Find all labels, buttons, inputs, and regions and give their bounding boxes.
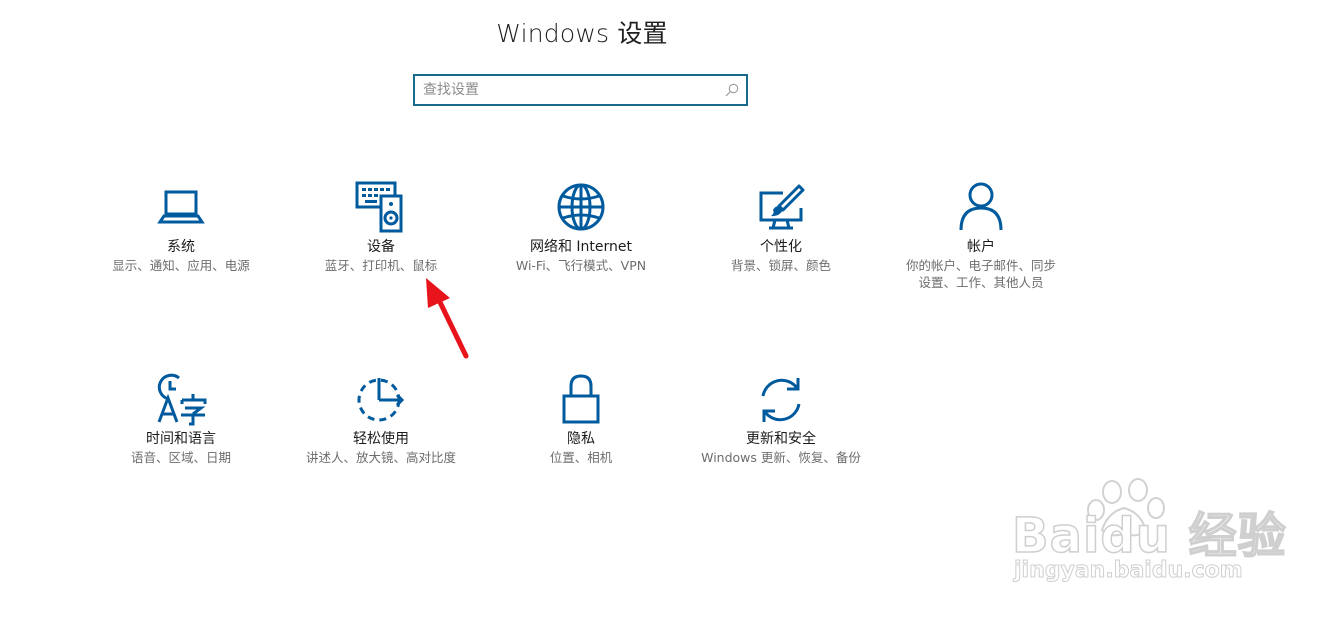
settings-window: Windows 设置 系统 显示、通知、应用、电源 [0, 0, 1322, 618]
tile-desc: 语音、区域、日期 [130, 450, 231, 465]
tile-name: 网络和 Internet [529, 239, 633, 255]
page-title: Windows 设置 [496, 19, 668, 48]
tile-privacy[interactable]: 隐私 位置、相机 [486, 372, 676, 466]
tile-time-language[interactable]: 时间和语言 语音、区域、日期 [86, 372, 276, 466]
tile-name: 系统 [167, 239, 195, 255]
tile-name: 个性化 [760, 239, 802, 255]
tile-name: 设备 [367, 239, 395, 255]
tile-desc: Wi-Fi、飞行模式、VPN [515, 258, 647, 273]
tile-name: 隐私 [567, 431, 595, 447]
tile-name: 轻松使用 [353, 431, 409, 447]
lock-icon [553, 372, 609, 428]
search-box[interactable] [413, 74, 748, 106]
tile-personalization[interactable]: 个性化 背景、锁屏、颜色 [686, 180, 876, 274]
tile-network[interactable]: 网络和 Internet Wi-Fi、飞行模式、VPN [486, 180, 676, 274]
tile-name: 帐户 [967, 239, 995, 255]
update-icon [753, 372, 809, 428]
tile-accounts[interactable]: 帐户 你的帐户、电子邮件、同步设置、工作、其他人员 [886, 180, 1076, 291]
red-arrow-annotation [426, 278, 469, 359]
tile-name: 更新和安全 [746, 431, 816, 447]
tile-name: 时间和语言 [146, 431, 216, 447]
search-input[interactable] [423, 76, 713, 104]
search-icon[interactable] [724, 82, 740, 98]
devices-icon [353, 180, 409, 236]
watermark-brand: Baidu 经验 [1011, 507, 1287, 565]
tile-update-security[interactable]: 更新和安全 Windows 更新、恢复、备份 [686, 372, 876, 466]
ease-of-access-icon [353, 372, 409, 428]
tile-system[interactable]: 系统 显示、通知、应用、电源 [86, 180, 276, 274]
tile-desc: 讲述人、放大镜、高对比度 [305, 450, 456, 465]
laptop-icon [153, 180, 209, 236]
baidu-watermark: Baidu 经验 jingyan.baidu.com [1011, 478, 1286, 588]
tile-desc: 蓝牙、打印机、鼠标 [324, 258, 438, 273]
watermark-url: jingyan.baidu.com [1014, 558, 1244, 584]
tile-ease-of-access[interactable]: 轻松使用 讲述人、放大镜、高对比度 [286, 372, 476, 466]
personalization-icon [753, 180, 809, 236]
person-icon [953, 180, 1009, 236]
globe-icon [553, 180, 609, 236]
tile-desc: Windows 更新、恢复、备份 [701, 450, 861, 465]
time-language-icon [153, 372, 209, 428]
tile-desc: 显示、通知、应用、电源 [112, 258, 250, 273]
tile-devices[interactable]: 设备 蓝牙、打印机、鼠标 [286, 180, 476, 274]
tile-desc: 你的帐户、电子邮件、同步设置、工作、其他人员 [906, 258, 1057, 290]
tile-desc: 位置、相机 [549, 450, 613, 465]
tile-desc: 背景、锁屏、颜色 [730, 258, 831, 273]
